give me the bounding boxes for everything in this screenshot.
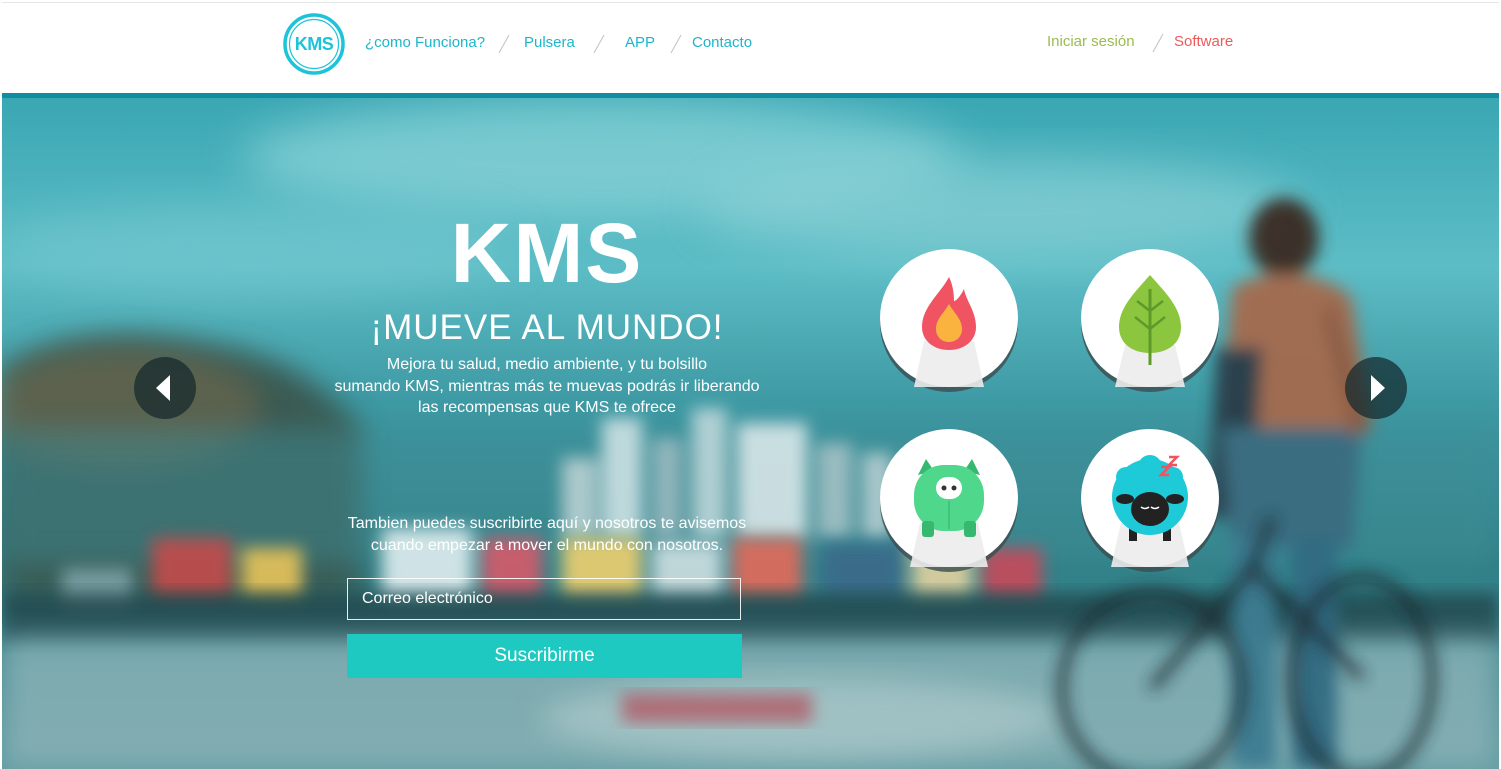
carousel-next-button[interactable]: [1345, 357, 1407, 419]
hero-headline: ¡MUEVE AL MUNDO!: [370, 308, 724, 347]
hero-background-photo: [2, 98, 1499, 769]
flame-badge[interactable]: [880, 249, 1018, 392]
arrow-left-icon: [156, 375, 170, 401]
logo-text: KMS: [294, 33, 334, 54]
nav-separator: [593, 34, 605, 54]
flame-icon: [880, 249, 1018, 392]
nav-contacto[interactable]: Contacto: [692, 34, 752, 51]
login-link[interactable]: Iniciar sesión: [1047, 33, 1135, 50]
hero-description-line: sumando KMS, mientras más te muevas podr…: [334, 377, 760, 395]
subscribe-button[interactable]: Suscribirme: [347, 634, 742, 678]
sleeping-sheep-icon: [1081, 429, 1219, 572]
hero-description-line: Mejora tu salud, medio ambiente, y tu bo…: [386, 356, 708, 373]
hero-description-line: las recompensas que KMS te ofrece: [418, 399, 676, 416]
arrow-right-icon: [1371, 375, 1385, 401]
software-link[interactable]: Software: [1174, 33, 1233, 50]
sheep-badge[interactable]: [1081, 429, 1219, 572]
nav-separator: [1152, 33, 1164, 53]
hero-description: Mejora tu salud, medio ambiente, y tu bo…: [312, 354, 782, 419]
piggy-bank-icon: [880, 429, 1018, 572]
email-input[interactable]: [347, 578, 741, 620]
kms-logo[interactable]: KMS: [282, 12, 346, 76]
leaf-icon: [1081, 249, 1219, 392]
subscribe-prompt: Tambien puedes suscribirte aquí y nosotr…: [312, 513, 782, 557]
nav-separator: [670, 34, 682, 54]
subscribe-prompt-line: cuando empezar a mover el mundo con noso…: [370, 537, 724, 554]
nav-como-funciona[interactable]: ¿como Funciona?: [365, 34, 485, 51]
piggy-bank-badge[interactable]: [880, 429, 1018, 572]
carousel-prev-button[interactable]: [134, 357, 196, 419]
nav-app[interactable]: APP: [625, 34, 655, 51]
nav-pulsera[interactable]: Pulsera: [524, 34, 575, 51]
hero-section: KMS ¡MUEVE AL MUNDO! Mejora tu salud, me…: [2, 98, 1499, 769]
hero-brand-title: KMS: [450, 206, 644, 300]
nav-separator: [498, 34, 510, 54]
subscribe-prompt-line: Tambien puedes suscribirte aquí y nosotr…: [347, 515, 747, 532]
leaf-badge[interactable]: [1081, 249, 1219, 392]
